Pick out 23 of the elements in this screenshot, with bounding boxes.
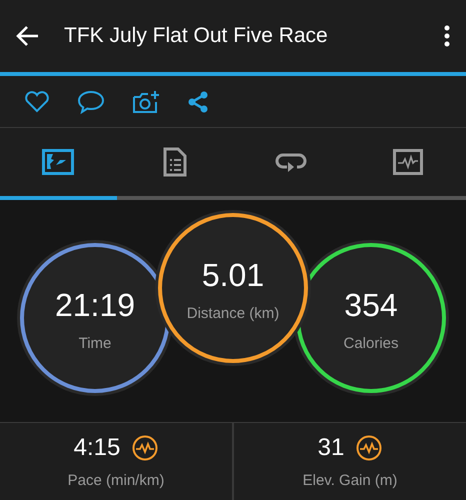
more-menu-icon[interactable] <box>444 25 450 47</box>
stat-value: 31 <box>318 433 344 464</box>
ring-value: 21:19 <box>54 288 136 321</box>
activity-badge-icon <box>132 435 158 462</box>
stat-label: Pace (min/km) <box>68 471 164 492</box>
activity-badge-icon <box>356 435 382 462</box>
ring-value: 5.01 <box>202 258 264 291</box>
ring-value: 354 <box>344 288 398 321</box>
ring-label: Calories <box>343 334 399 354</box>
heart-icon[interactable] <box>24 90 50 112</box>
loop-icon <box>275 151 308 173</box>
map-icon <box>42 149 74 175</box>
ring-label: Time <box>78 334 112 354</box>
comment-icon[interactable] <box>77 90 105 114</box>
ring-label: Distance (km) <box>186 304 280 324</box>
share-icon[interactable] <box>187 90 209 114</box>
activity-graph-icon <box>392 149 423 175</box>
add-photo-icon[interactable] <box>132 90 160 114</box>
document-icon <box>162 147 187 177</box>
stat-label: Elev. Gain (m) <box>302 471 398 492</box>
stat-value: 4:15 <box>74 433 120 464</box>
window-title: TFK July Flat Out Five Race <box>64 23 329 50</box>
back-arrow-icon[interactable] <box>16 25 40 47</box>
